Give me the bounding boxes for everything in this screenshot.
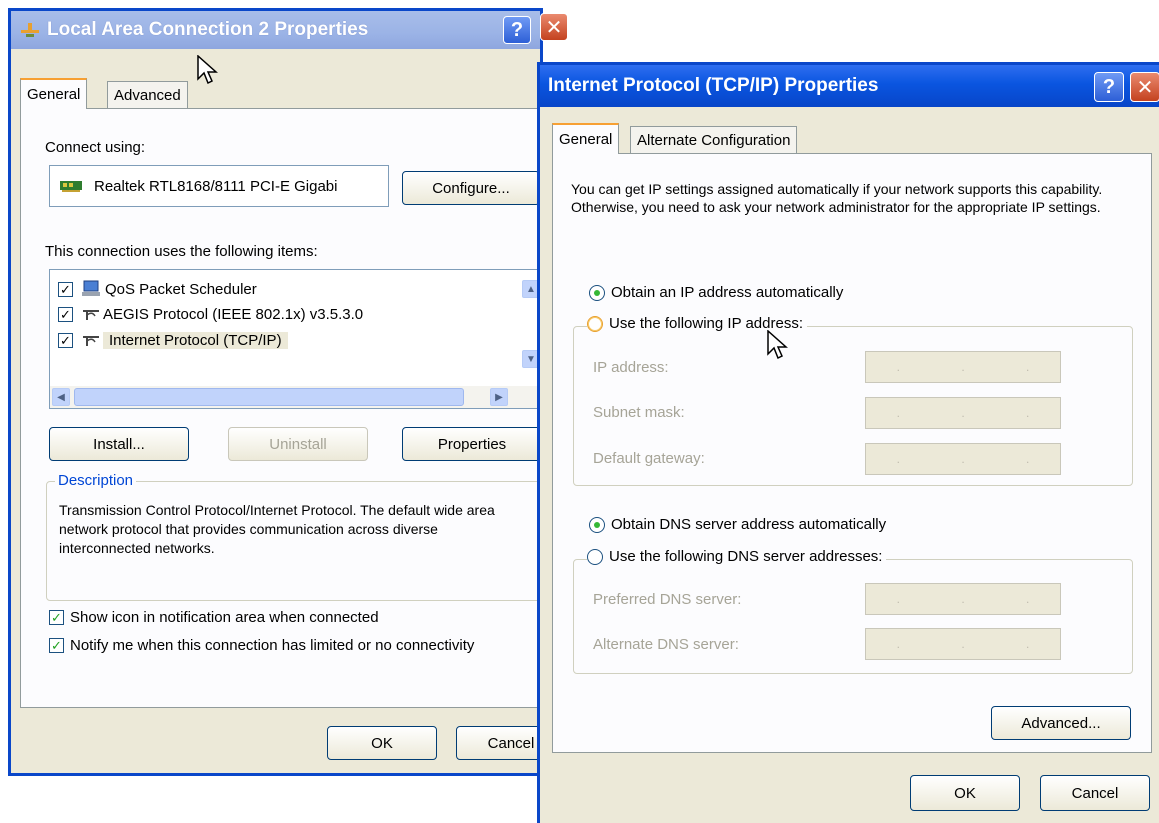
item-label: Internet Protocol (TCP/IP) [103,332,288,349]
obtain-dns-radio[interactable] [589,516,605,533]
use-dns-label: Use the following DNS server addresses: [609,548,883,565]
title-bar[interactable]: Internet Protocol (TCP/IP) Properties [540,65,1159,107]
scroll-thumb[interactable] [74,388,464,406]
show-icon-label: Show icon in notification area when conn… [70,609,379,626]
horizontal-scrollbar[interactable]: ◀ ▶ [50,386,540,408]
use-dns-radio[interactable] [587,548,603,565]
tab-general[interactable]: General [552,123,620,154]
ip-address-field: ... [865,351,1061,383]
scroll-right-arrow[interactable]: ▶ [490,388,508,406]
close-button[interactable]: ✕ [1130,72,1159,102]
description-legend: Description [55,472,137,489]
ip-address-label: IP address: [593,359,669,376]
help-button[interactable]: ? [503,16,531,44]
obtain-dns-label: Obtain DNS server address automatically [611,516,887,533]
notify-label: Notify me when this connection has limit… [70,637,475,654]
item-checkbox[interactable]: ✓ [58,307,73,322]
configure-button[interactable]: Configure... [402,171,540,205]
use-dns-option[interactable]: Use the following DNS server addresses: [587,548,887,565]
tab-alternate-configuration[interactable]: Alternate Configuration [630,126,798,154]
help-icon: ? [1102,75,1116,98]
obtain-ip-label: Obtain an IP address automatically [611,284,844,301]
help-icon: ? [510,18,524,41]
obtain-dns-option[interactable]: Obtain DNS server address automatically [589,516,886,533]
list-item[interactable]: ✓ Internet Protocol (TCP/IP) [58,332,288,349]
notify-option[interactable]: ✓ Notify me when this connection has lim… [49,637,474,654]
network-card-icon [60,181,82,192]
tcpip-properties-dialog: Internet Protocol (TCP/IP) Properties ? … [537,62,1159,823]
advanced-button[interactable]: Advanced... [991,706,1131,740]
obtain-ip-radio[interactable] [589,284,605,301]
alternate-dns-field: ... [865,628,1061,660]
show-icon-option[interactable]: ✓ Show icon in notification area when co… [49,609,379,626]
ok-button[interactable]: OK [910,775,1020,811]
connect-using-label: Connect using: [45,139,146,156]
components-list[interactable]: ✓ QoS Packet Scheduler ✓ AEGIS Protocol … [49,269,541,409]
scheduler-icon [82,280,100,296]
list-item[interactable]: ✓ AEGIS Protocol (IEEE 802.1x) v3.5.3.0 [58,306,363,323]
tab-general[interactable]: General [20,78,88,109]
subnet-mask-field: ... [865,397,1061,429]
subnet-mask-label: Subnet mask: [593,404,685,421]
item-label: AEGIS Protocol (IEEE 802.1x) v3.5.3.0 [103,306,364,323]
alternate-dns-label: Alternate DNS server: [593,636,739,653]
items-label: This connection uses the following items… [45,243,318,260]
install-button[interactable]: Install... [49,427,189,461]
show-icon-checkbox[interactable]: ✓ [49,610,64,625]
protocol-icon [83,335,99,346]
intro-text: You can get IP settings assigned automat… [571,181,1103,215]
help-button[interactable]: ? [1094,72,1124,102]
item-checkbox[interactable]: ✓ [58,281,73,297]
item-label: QoS Packet Scheduler [105,280,257,298]
title-bar[interactable]: Local Area Connection 2 Properties [11,11,540,49]
properties-button[interactable]: Properties [402,427,542,461]
dialog-title: Internet Protocol (TCP/IP) Properties [548,75,879,96]
close-icon: ✕ [545,16,563,39]
obtain-ip-option[interactable]: Obtain an IP address automatically [589,284,843,301]
network-connection-icon [21,23,39,37]
ok-button[interactable]: OK [327,726,437,760]
general-panel: You can get IP settings assigned automat… [552,153,1152,753]
protocol-icon [83,309,99,320]
uninstall-button[interactable]: Uninstall [228,427,368,461]
preferred-dns-field: ... [865,583,1061,615]
mouse-cursor-icon [767,330,788,360]
adapter-box: Realtek RTL8168/8111 PCI-E Gigabi [49,165,389,207]
notify-checkbox[interactable]: ✓ [49,638,64,653]
close-icon: ✕ [1136,76,1154,99]
general-panel: Connect using: Realtek RTL8168/8111 PCI-… [20,108,548,708]
description-text: Transmission Control Protocol/Internet P… [59,502,495,556]
mouse-cursor-icon [197,55,218,85]
use-ip-radio[interactable] [587,315,603,332]
default-gateway-field: ... [865,443,1061,475]
close-button[interactable]: ✕ [540,13,568,41]
default-gateway-label: Default gateway: [593,450,705,467]
preferred-dns-label: Preferred DNS server: [593,591,742,608]
list-item[interactable]: ✓ QoS Packet Scheduler [58,280,257,298]
local-area-connection-dialog: Local Area Connection 2 Properties ? Gen… [8,8,566,776]
dialog-title: Local Area Connection 2 Properties [47,19,369,40]
adapter-name: Realtek RTL8168/8111 PCI-E Gigabi [94,177,338,195]
item-checkbox[interactable]: ✓ [58,333,73,348]
tab-advanced[interactable]: Advanced [107,81,188,109]
cancel-button[interactable]: Cancel [1040,775,1150,811]
scroll-left-arrow[interactable]: ◀ [52,388,70,406]
